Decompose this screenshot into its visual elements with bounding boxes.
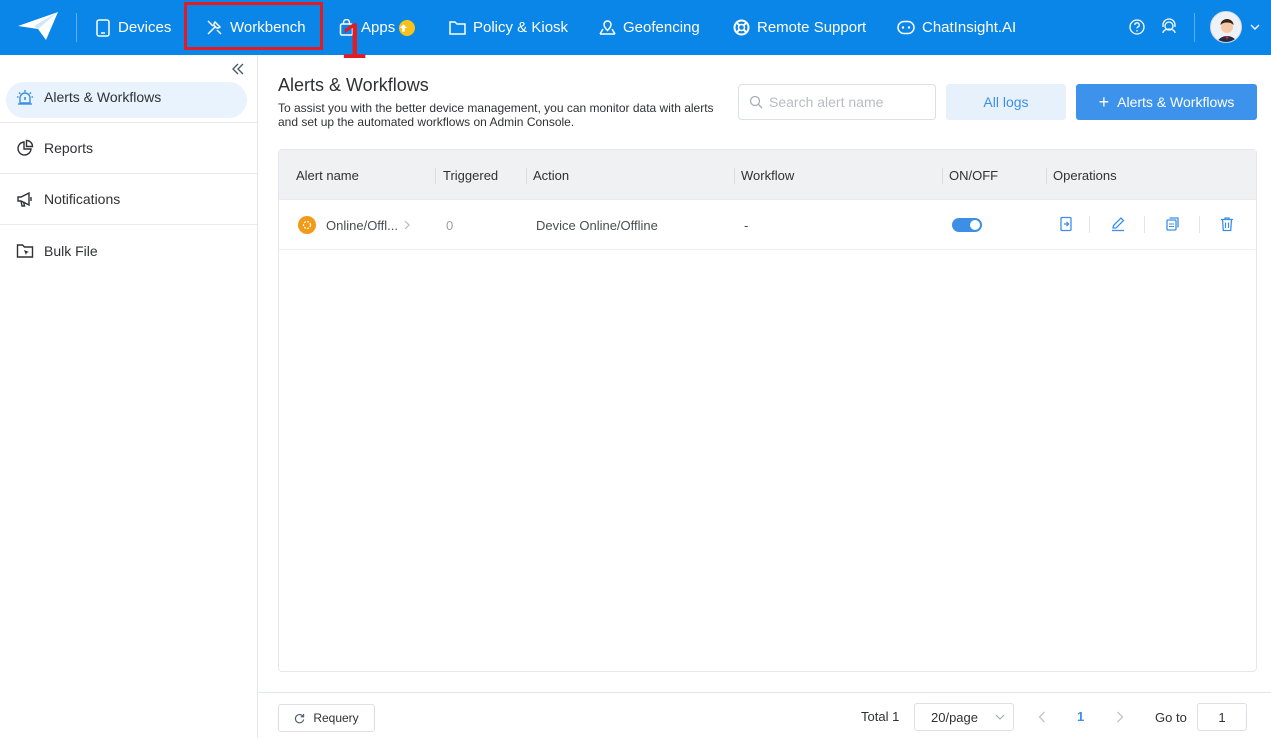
- cell-workflow: -: [744, 217, 749, 233]
- support-agent-icon[interactable]: [1160, 18, 1178, 36]
- nav-chatinsight[interactable]: ChatInsight.AI: [897, 0, 1016, 55]
- operation-separator: [1144, 216, 1145, 233]
- sidebar-item-label: Notifications: [44, 191, 121, 207]
- alarm-icon: [17, 90, 33, 105]
- add-alert-workflow-label: Alerts & Workflows: [1117, 94, 1235, 110]
- search-icon: [749, 95, 763, 109]
- table-header: Alert name Triggered Action Workflow ON/…: [279, 150, 1256, 200]
- alert-name-text: Online/Offl...: [326, 217, 399, 233]
- nav-divider-right: [1194, 13, 1195, 42]
- operation-separator: [1199, 216, 1200, 233]
- export-icon[interactable]: [1058, 216, 1074, 232]
- sidebar-item-label: Reports: [44, 140, 94, 156]
- cell-on-off: [952, 200, 982, 250]
- requery-button[interactable]: Requery: [278, 704, 375, 732]
- search-input[interactable]: [769, 94, 929, 110]
- column-separator: [734, 168, 735, 184]
- all-logs-button[interactable]: All logs: [946, 84, 1066, 120]
- add-alert-workflow-button[interactable]: + Alerts & Workflows: [1076, 84, 1257, 120]
- airdroid-logo[interactable]: [16, 10, 60, 42]
- nav-remote-support-label: Remote Support: [757, 19, 867, 36]
- column-action: Action: [533, 167, 570, 183]
- nav-devices-label: Devices: [118, 19, 172, 36]
- search-box: [738, 84, 936, 120]
- requery-label: Requery: [313, 711, 359, 725]
- annotation-highlight-workbench: [184, 2, 323, 50]
- pie-chart-icon: [17, 139, 34, 156]
- sidebar-item-label: Alerts & Workflows: [44, 89, 162, 105]
- cell-triggered: 0: [446, 217, 454, 233]
- column-on-off: ON/OFF: [949, 167, 999, 183]
- nav-divider: [76, 13, 77, 42]
- sidebar: Alerts & Workflows Reports Notifications…: [0, 55, 258, 738]
- chevron-down-icon: [995, 714, 1005, 720]
- next-page-icon[interactable]: [1116, 711, 1124, 723]
- cell-action: Device Online/Offline: [536, 217, 658, 233]
- alert-status-icon: [298, 216, 316, 234]
- annotation-number-1: 1: [340, 13, 368, 69]
- alert-toggle-switch[interactable]: [952, 218, 982, 232]
- goto-label: Go to: [1155, 710, 1187, 725]
- table-row[interactable]: Online/Offl... 0 Device Online/Offline -: [279, 200, 1256, 250]
- copy-icon[interactable]: [1164, 216, 1180, 232]
- page-size-select[interactable]: 20/page: [914, 703, 1014, 731]
- column-separator: [526, 168, 527, 184]
- upgrade-arrow-icon: [399, 19, 416, 36]
- column-separator: [435, 168, 436, 184]
- sidebar-item-notifications[interactable]: Notifications: [0, 174, 257, 225]
- folder-cursor-icon: [16, 243, 34, 258]
- chat-ai-icon: [897, 20, 915, 34]
- nav-policy-kiosk[interactable]: Policy & Kiosk: [449, 0, 568, 55]
- page-size-value: 20/page: [931, 709, 978, 725]
- nav-remote-support[interactable]: Remote Support: [733, 0, 866, 55]
- total-count: Total 1: [861, 709, 900, 724]
- nav-geofencing-label: Geofencing: [623, 19, 700, 36]
- all-logs-label: All logs: [983, 94, 1029, 110]
- cell-alert-name[interactable]: Online/Offl...: [298, 200, 410, 250]
- avatar[interactable]: [1210, 11, 1242, 43]
- column-separator: [1046, 168, 1047, 184]
- sidebar-item-alerts-workflows[interactable]: Alerts & Workflows: [0, 72, 257, 123]
- nav-geofencing[interactable]: Geofencing: [599, 0, 700, 55]
- plus-icon: +: [1098, 92, 1110, 112]
- sidebar-item-bulk-file[interactable]: Bulk File: [0, 225, 257, 276]
- lifebuoy-icon: [733, 19, 750, 36]
- sidebar-item-label: Bulk File: [44, 242, 98, 259]
- goto-page-input[interactable]: [1197, 703, 1247, 731]
- column-separator: [942, 168, 943, 184]
- column-operations: Operations: [1053, 167, 1117, 183]
- prev-page-icon[interactable]: [1038, 711, 1046, 723]
- current-page-number[interactable]: 1: [1077, 709, 1084, 724]
- refresh-icon: [295, 713, 305, 723]
- nav-chatinsight-label: ChatInsight.AI: [922, 19, 1017, 36]
- help-icon[interactable]: [1128, 18, 1146, 36]
- sidebar-item-reports[interactable]: Reports: [0, 123, 257, 174]
- edit-icon[interactable]: [1110, 216, 1126, 232]
- column-alert-name: Alert name: [296, 167, 359, 183]
- map-pin-icon: [599, 20, 616, 35]
- chevron-right-icon: [404, 220, 410, 230]
- column-triggered: Triggered: [443, 167, 499, 183]
- delete-icon[interactable]: [1219, 216, 1235, 232]
- folder-icon: [449, 21, 466, 35]
- nav-devices[interactable]: Devices: [95, 0, 171, 55]
- chevron-down-icon[interactable]: [1250, 24, 1260, 31]
- megaphone-icon: [17, 191, 32, 207]
- page-description: To assist you with the better device man…: [278, 101, 714, 129]
- nav-policy-kiosk-label: Policy & Kiosk: [473, 19, 569, 36]
- column-workflow: Workflow: [741, 167, 795, 183]
- tablet-icon: [96, 18, 110, 37]
- page-title: Alerts & Workflows: [278, 75, 429, 95]
- operation-separator: [1089, 216, 1090, 233]
- alerts-table: Alert name Triggered Action Workflow ON/…: [278, 149, 1257, 672]
